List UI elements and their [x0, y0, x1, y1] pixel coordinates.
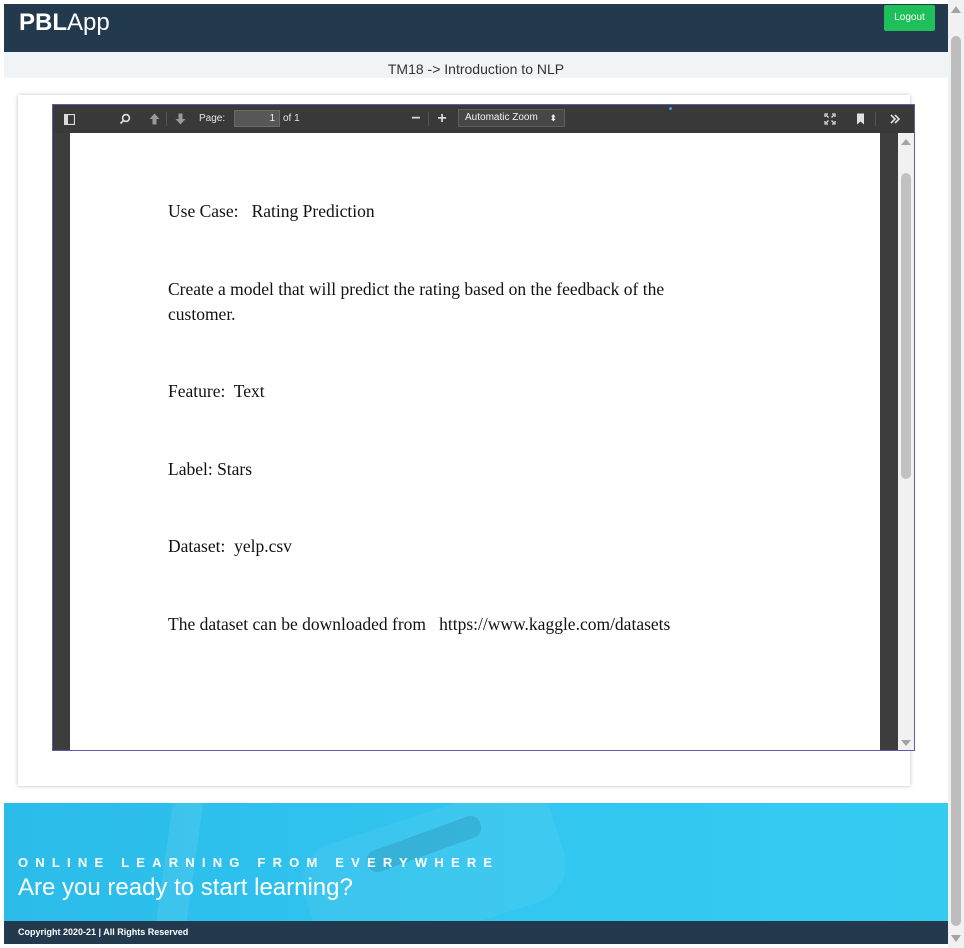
- window-scrollbar-thumb[interactable]: [951, 36, 961, 926]
- brand-bold-text: PBL: [19, 9, 67, 36]
- search-icon[interactable]: [116, 110, 134, 128]
- zoom-select-value: Automatic Zoom: [465, 112, 538, 123]
- breadcrumb-text: TM18 -> Introduction to NLP: [387, 61, 565, 77]
- pdf-scrollbar[interactable]: [898, 133, 914, 750]
- top-navbar: PBLApp Logout: [4, 4, 948, 52]
- pdf-document-area[interactable]: Use Case: Rating Prediction Create a mod…: [53, 133, 898, 750]
- pdf-viewer: Page: 1 of 1 − + Automatic Zoom ⬍ Use Ca…: [52, 104, 915, 751]
- pdf-scrollbar-thumb[interactable]: [901, 173, 911, 479]
- scroll-up-arrow-icon[interactable]: [901, 139, 911, 145]
- bookmark-icon[interactable]: [851, 110, 869, 128]
- banner-tagline: ONLINE LEARNING FROM EVERYWHERE: [18, 855, 500, 870]
- page-total: of 1: [283, 113, 300, 124]
- doc-line-download: The dataset can be downloaded from https…: [168, 614, 671, 634]
- doc-line-description-cont: customer.: [168, 304, 236, 324]
- presentation-mode-icon[interactable]: [821, 110, 839, 128]
- doc-line-use-case: Use Case: Rating Prediction: [168, 201, 375, 221]
- copyright-bar: Copyright 2020-21 | All Rights Reserved: [4, 921, 948, 944]
- loading-indicator: [669, 107, 672, 110]
- tools-icon[interactable]: [886, 110, 904, 128]
- page-label: Page:: [199, 113, 226, 124]
- toolbar-separator: [166, 112, 167, 126]
- doc-line-dataset: Dataset: yelp.csv: [168, 536, 292, 556]
- page-number-input[interactable]: 1: [234, 110, 280, 127]
- window-scroll-down-icon[interactable]: [951, 935, 961, 942]
- window-scrollbar[interactable]: [948, 0, 964, 948]
- toolbar-separator: [428, 112, 429, 126]
- brand-logo[interactable]: PBLApp: [19, 9, 110, 37]
- next-page-icon[interactable]: [171, 110, 189, 128]
- logout-button[interactable]: Logout: [884, 5, 935, 31]
- zoom-in-icon[interactable]: +: [433, 110, 451, 128]
- pdf-toolbar: Page: 1 of 1 − + Automatic Zoom ⬍: [53, 105, 914, 133]
- window-scroll-up-icon[interactable]: [951, 6, 961, 13]
- sidebar-toggle-icon[interactable]: [60, 110, 78, 128]
- zoom-out-icon[interactable]: −: [407, 110, 425, 128]
- previous-page-icon[interactable]: [145, 110, 163, 128]
- doc-line-label: Label: Stars: [168, 459, 253, 479]
- pdf-page: Use Case: Rating Prediction Create a mod…: [70, 133, 880, 750]
- footer-banner: ONLINE LEARNING FROM EVERYWHERE Are you …: [4, 803, 948, 921]
- copyright-text: Copyright 2020-21 | All Rights Reserved: [18, 927, 189, 937]
- brand-rest-text: App: [67, 9, 110, 36]
- toolbar-separator: [875, 112, 876, 126]
- doc-line-feature: Feature: Text: [168, 381, 265, 401]
- scroll-down-arrow-icon[interactable]: [901, 740, 911, 746]
- doc-line-description: Create a model that will predict the rat…: [168, 279, 665, 299]
- zoom-select[interactable]: Automatic Zoom ⬍: [458, 109, 565, 127]
- banner-headline: Are you ready to start learning?: [18, 874, 353, 901]
- updown-caret-icon: ⬍: [549, 113, 557, 123]
- breadcrumb: TM18 -> Introduction to NLP: [4, 52, 948, 78]
